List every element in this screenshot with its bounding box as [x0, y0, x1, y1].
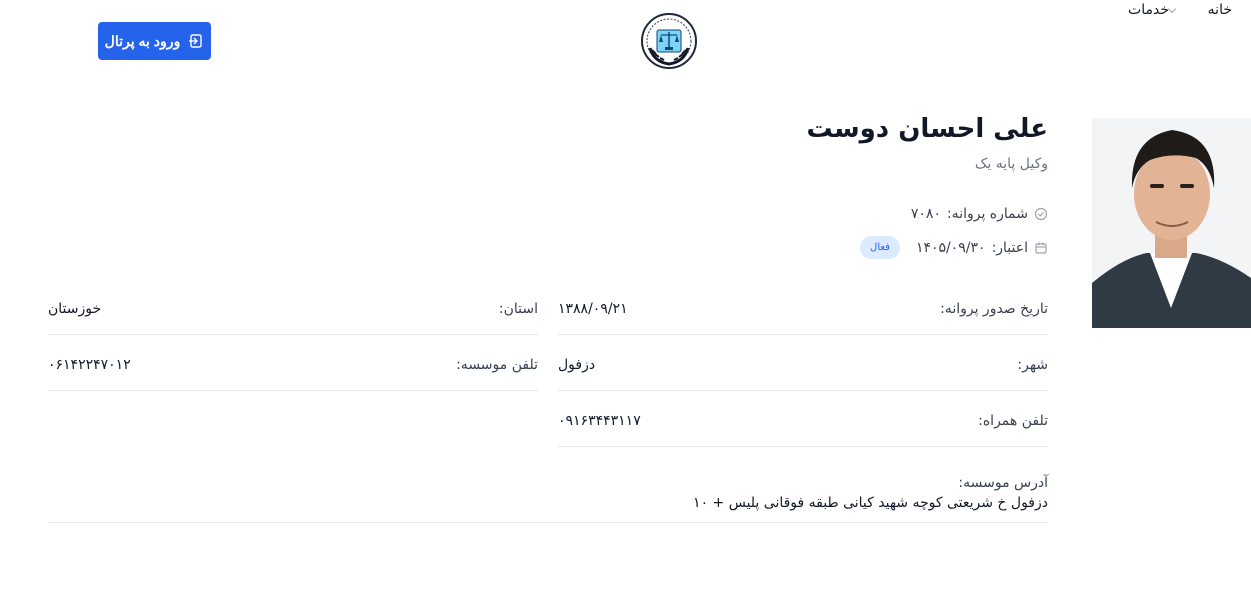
issue-date-row: تاریخ صدور پروانه: ۱۳۸۸/۰۹/۲۱ — [558, 279, 1048, 335]
address-label: آدرس موسسه: — [958, 475, 1048, 491]
bar-association-logo[interactable] — [640, 12, 698, 70]
issue-date-value: ۱۳۸۸/۰۹/۲۱ — [558, 301, 628, 317]
city-row: شهر: دزفول — [558, 335, 1048, 391]
office-phone-row: تلفن موسسه: ۰۶۱۴۲۲۴۷۰۱۲ — [48, 335, 538, 391]
mobile-label: تلفن همراه: — [978, 413, 1048, 429]
nav-home[interactable]: خانه — [1208, 2, 1232, 18]
license-number: شماره پروانه: ۷۰۸۰ — [911, 206, 1048, 222]
province-label: استان: — [498, 301, 538, 317]
calendar-icon — [1035, 242, 1047, 254]
license-number-label: شماره پروانه: — [946, 206, 1028, 222]
province-value: خوزستان — [48, 301, 102, 317]
province-row: استان: خوزستان — [48, 279, 538, 335]
mobile-value[interactable]: ۰۹۱۶۳۴۴۳۱۱۷ — [558, 413, 641, 429]
address-row: آدرس موسسه: دزفول خ شریعتی کوچه شهید کیا… — [48, 447, 1048, 523]
nav-services[interactable]: خدمات — [1128, 2, 1185, 18]
site-header: خانه خدمات ورود به پرتال — [0, 0, 1251, 82]
city-label: شهر: — [1017, 357, 1048, 373]
address-value: دزفول خ شریعتی کوچه شهید کیانی طبقه فوقا… — [693, 495, 1048, 511]
license-number-value: ۷۰۸۰ — [910, 206, 941, 222]
lawyer-name: علی احسان دوست — [806, 114, 1048, 144]
city-value: دزفول — [558, 357, 596, 373]
nav-services-label: خدمات — [1128, 2, 1169, 18]
office-phone-value[interactable]: ۰۶۱۴۲۲۴۷۰۱۲ — [48, 357, 131, 373]
mobile-row: تلفن همراه: ۰۹۱۶۳۴۴۳۱۱۷ — [558, 391, 1048, 447]
office-phone-label: تلفن موسسه: — [456, 357, 538, 373]
portal-login-button[interactable]: ورود به پرتال — [98, 22, 211, 60]
check-circle-icon — [1034, 207, 1048, 221]
portal-login-label: ورود به پرتال — [104, 32, 181, 49]
validity-value: ۱۴۰۵/۰۹/۳۰ — [915, 239, 986, 256]
lawyer-title: وکیل پایه یک — [974, 156, 1048, 172]
chevron-down-icon — [1167, 4, 1177, 13]
status-badge: فعال — [860, 236, 900, 259]
lawyer-photo — [1092, 118, 1251, 328]
login-arrow-icon — [189, 34, 203, 48]
license-validity: اعتبار: ۱۴۰۵/۰۹/۳۰ فعال — [860, 236, 1048, 259]
validity-label: اعتبار: — [991, 239, 1028, 256]
issue-date-label: تاریخ صدور پروانه: — [940, 301, 1048, 317]
